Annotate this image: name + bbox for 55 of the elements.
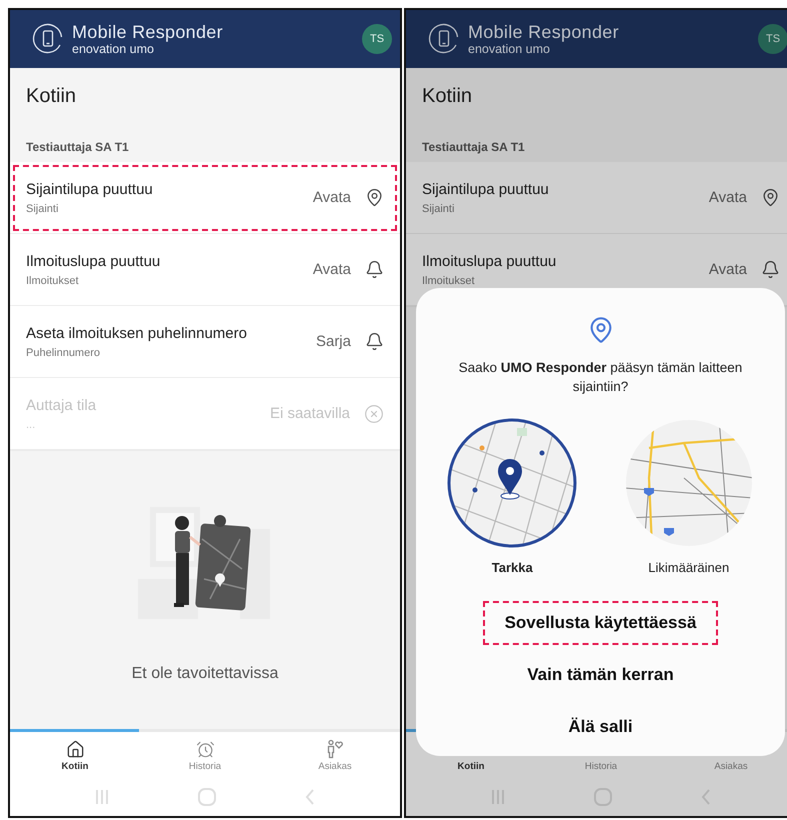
back-icon <box>701 789 712 805</box>
recent-apps-icon <box>94 789 109 805</box>
person-heart-icon <box>325 739 345 759</box>
circle-x-icon <box>364 404 384 424</box>
user-avatar[interactable]: TS <box>758 24 787 54</box>
row-title: Sijaintilupa puuttuu <box>26 180 154 198</box>
option-label: Tarkka <box>492 560 533 575</box>
home-icon <box>66 740 84 759</box>
row-action[interactable]: Avata <box>312 261 351 278</box>
row-subtitle: Puhelinnumero <box>26 346 101 358</box>
section-label: Testiauttaja SA T1 <box>26 139 130 155</box>
phone-logo-icon <box>32 23 64 55</box>
page-title: Kotiin <box>26 84 78 108</box>
option-label: Likimääräinen <box>648 560 730 575</box>
section-label: Testiauttaja SA T1 <box>422 139 526 155</box>
phone-logo-icon <box>428 23 460 55</box>
back-icon <box>305 789 316 805</box>
app-subtitle: enovation umo <box>468 42 552 56</box>
app-title: Mobile Responder <box>468 22 619 42</box>
row-title: Sijaintilupa puuttuu <box>422 180 550 198</box>
row-title: Ilmoituslupa puuttuu <box>26 252 162 270</box>
row-title: Aseta ilmoituksen puhelinnumero <box>26 324 248 342</box>
dialog-button[interactable]: Sovellusta käytettäessä <box>482 601 718 645</box>
nav-tab[interactable]: Kotiin <box>10 732 140 778</box>
row-subtitle: Ilmoitukset <box>26 274 80 286</box>
row-action[interactable]: Avata <box>708 261 747 278</box>
row-action[interactable]: Sarja <box>316 333 351 350</box>
location-pin-icon <box>761 188 780 207</box>
home-button-icon <box>198 788 216 806</box>
location-pin-icon <box>365 188 384 207</box>
row-action[interactable]: Avata <box>708 189 747 206</box>
bell-icon <box>365 260 384 279</box>
bell-icon <box>761 260 780 279</box>
dialog-question: Saako UMO Responder pääsyn tämän laitteen sijaintiin? <box>458 359 744 396</box>
row-action[interactable]: Avata <box>312 189 351 206</box>
bell-icon <box>365 332 384 351</box>
app-title: Mobile Responder <box>72 22 223 42</box>
row-subtitle: Sijainti <box>422 202 456 214</box>
nav-tab[interactable]: Asiakas <box>270 732 400 778</box>
alarm-clock-icon <box>196 740 214 759</box>
permission-row[interactable]: Sijaintilupa puuttuu Sijainti Avata <box>10 162 400 234</box>
row-subtitle: Sijainti <box>26 202 60 214</box>
recent-apps-icon <box>490 789 505 805</box>
row-subtitle: Ilmoitukset <box>422 274 476 286</box>
dialog-button[interactable]: Vain tämän kerran <box>505 653 696 697</box>
app-subtitle: enovation umo <box>72 42 156 56</box>
nav-tab[interactable]: Historia <box>140 732 270 778</box>
row-title: Auttaja tila <box>26 396 98 414</box>
dialog-button[interactable]: Älä salli <box>546 705 655 749</box>
empty-state-message: Et ole tavoitettavissa <box>132 665 278 683</box>
row-title: Ilmoituslupa puuttuu <box>422 252 558 270</box>
page-title: Kotiin <box>422 84 474 108</box>
home-button-icon <box>594 788 612 806</box>
row-subtitle: ... <box>26 418 36 430</box>
user-avatar[interactable]: TS <box>362 24 392 54</box>
